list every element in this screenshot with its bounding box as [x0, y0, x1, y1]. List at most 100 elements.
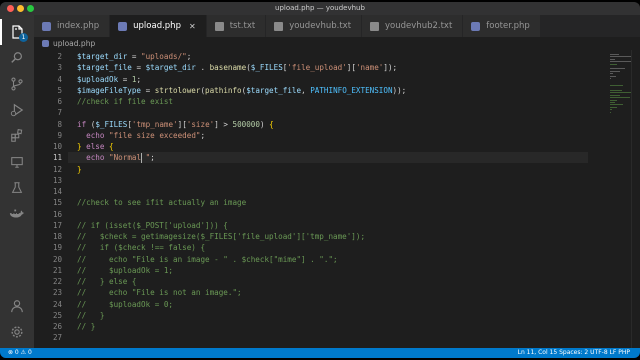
minimap-line: [610, 109, 613, 111]
code-token: $target_file: [77, 63, 132, 73]
code-line[interactable]: } else {: [77, 141, 114, 152]
code-token: ,: [301, 85, 311, 95]
code-token: =: [127, 52, 142, 61]
line-number: 9: [57, 130, 62, 140]
code-token: // $check = getimagesize($_FILES['file_u…: [77, 232, 366, 241]
code-line[interactable]: $target_dir = "uploads/";: [77, 51, 191, 62]
testing-icon[interactable]: [0, 175, 34, 201]
code-token: PATHINFO_EXTENSION: [310, 85, 393, 95]
close-window-button[interactable]: [7, 5, 14, 12]
code-token: $target_dir: [77, 52, 128, 61]
search-icon[interactable]: [0, 45, 34, 71]
minimap-line: [610, 97, 630, 99]
status-problems[interactable]: ⊗ 0 ⚠ 0: [8, 348, 32, 358]
code-token: basename: [209, 63, 247, 73]
code-token: $_FILES: [95, 119, 128, 129]
status-info[interactable]: Ln 11, Col 15 Spaces: 2 UTF-8 LF PHP: [518, 348, 630, 358]
tab-youdevhub-txt[interactable]: youdevhub.txt: [266, 15, 363, 37]
code-token: "uploads/": [141, 52, 187, 61]
code-editor[interactable]: 2 3 4 5 6 7 8 9 10 11 12 13 14 15 16 17 18 19 20 21 22 23 24 25…: [34, 50, 640, 348]
vscode-window: upload.php — youdevhub 1 index.php uploa…: [0, 2, 640, 358]
code-token: ));: [392, 85, 407, 95]
line-number-gutter: 2 3 4 5 6 7 8 9 10 11 12 13 14 15 16 17 18 19 20 21 22 23 24 25…: [34, 50, 68, 348]
tab-footer-php[interactable]: footer.php: [463, 15, 541, 37]
code-line[interactable]: // if ($check !== false) {: [77, 242, 205, 253]
code-line[interactable]: // $check = getimagesize($_FILES['file_u…: [77, 231, 365, 242]
run-debug-icon[interactable]: [0, 97, 34, 123]
code-token: strtolower: [154, 85, 201, 95]
editor-tabs: index.php upload.php ✕ tst.txt youdevhub.…: [34, 15, 640, 37]
minimap-line: [610, 75, 616, 77]
tab-label: tst.txt: [229, 21, 256, 31]
tab-label: upload.php: [133, 21, 181, 31]
vertical-scrollbar[interactable]: [631, 50, 640, 348]
minimap-line: [610, 63, 618, 65]
code-token: .: [195, 63, 210, 73]
code-token: echo: [86, 153, 105, 163]
code-line[interactable]: if ($_FILES['tmp_name']['size'] > 500000…: [77, 119, 274, 130]
minimap-line: [610, 90, 622, 91]
tab-upload-php[interactable]: upload.php ✕: [110, 15, 207, 37]
tab-tst-txt[interactable]: tst.txt: [206, 15, 267, 37]
code-line[interactable]: // $uploadOk = 1;: [77, 265, 173, 276]
line-number: 21: [52, 265, 62, 275]
minimize-window-button[interactable]: [17, 5, 24, 12]
code-line[interactable]: // }: [77, 310, 104, 321]
code-token: ): [259, 119, 270, 129]
tab-index-php[interactable]: index.php: [34, 15, 111, 37]
code-token: {: [269, 119, 274, 129]
code-token: //check if file exist: [77, 97, 174, 106]
code-line[interactable]: //check to see ifit actually an image: [77, 197, 246, 208]
remote-icon[interactable]: [0, 149, 34, 175]
line-number: 7: [57, 108, 62, 118]
code-token: ;: [200, 130, 206, 140]
source-control-icon[interactable]: [0, 71, 34, 97]
code-line[interactable]: echo "Normal ";: [77, 152, 155, 163]
code-token: $target_file: [246, 85, 302, 95]
code-line[interactable]: // $uploadOk = 0;: [77, 299, 173, 310]
explorer-icon[interactable]: 1: [0, 19, 34, 45]
code-line[interactable]: $uploadOk = 1;: [77, 74, 141, 85]
zoom-window-button[interactable]: [27, 5, 34, 12]
code-line[interactable]: $target_file = $target_dir . basename($_…: [77, 62, 397, 73]
code-token: $target_dir: [145, 63, 196, 73]
code-line[interactable]: }: [77, 164, 82, 175]
breadcrumb: upload.php: [34, 37, 640, 50]
code-token: $uploadOk: [77, 74, 119, 84]
activity-bar: 1: [0, 15, 34, 348]
minimap-line: [610, 54, 619, 55]
code-token: // } else {: [77, 277, 137, 286]
line-number: 20: [52, 254, 62, 264]
line-number: 23: [52, 288, 62, 298]
minimap-line: [610, 94, 620, 96]
code-line[interactable]: //check if file exist: [77, 96, 173, 107]
docker-icon[interactable]: [0, 201, 34, 227]
code-token: "file size exceeded": [109, 130, 201, 140]
breadcrumb-file[interactable]: upload.php: [53, 37, 95, 50]
line-number: 2: [57, 52, 62, 61]
line-number: 18: [52, 232, 62, 241]
code-token: if: [77, 119, 87, 129]
line-number: 13: [52, 175, 62, 185]
tab-label: youdevhub.txt: [289, 21, 352, 31]
php-file-icon: [42, 40, 49, 47]
code-line[interactable]: // echo "File is an image - " . $check["…: [77, 254, 338, 265]
line-number: 14: [52, 187, 62, 196]
code-line[interactable]: // } else {: [77, 276, 136, 287]
extensions-icon[interactable]: [0, 123, 34, 149]
code-token: ] >: [214, 119, 233, 129]
code-line[interactable]: $imageFileType = strtolower(pathinfo($ta…: [77, 85, 406, 96]
status-bar: ⊗ 0 ⚠ 0 Ln 11, Col 15 Spaces: 2 UTF-8 LF…: [0, 348, 640, 358]
code-token: ]);: [383, 63, 398, 73]
code-token: 'file_upload': [287, 63, 347, 73]
account-icon[interactable]: [0, 293, 34, 319]
tab-youdevhub2-txt[interactable]: youdevhub2.txt: [362, 15, 464, 37]
settings-icon[interactable]: [0, 319, 34, 345]
code-line[interactable]: echo "file size exceeded";: [77, 130, 205, 141]
code-line[interactable]: // echo "File is not an image.";: [77, 287, 242, 298]
close-icon[interactable]: ✕: [189, 22, 196, 31]
code-line[interactable]: // if (isset($_POST['upload'])) {: [77, 220, 228, 231]
line-number: 26: [52, 322, 62, 331]
code-line[interactable]: // }: [77, 321, 95, 332]
